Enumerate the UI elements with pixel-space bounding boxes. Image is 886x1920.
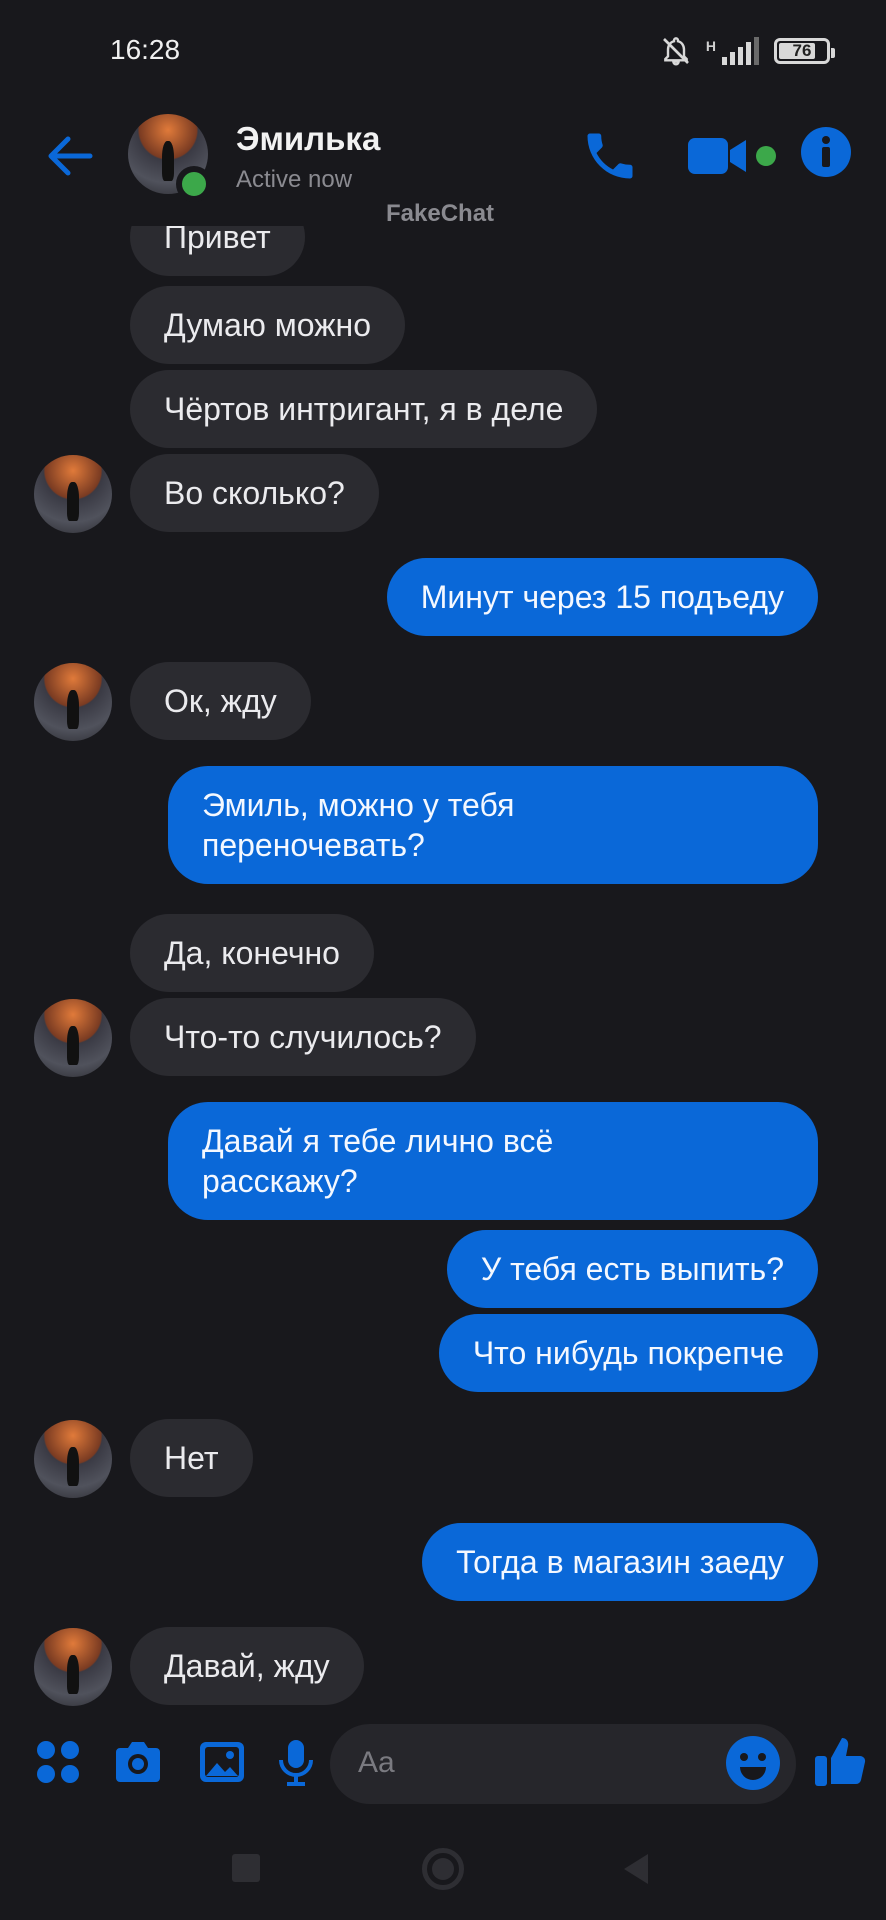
contact-avatar-small[interactable] — [34, 1420, 112, 1498]
back-triangle-icon[interactable] — [624, 1854, 648, 1884]
message-bubble: Привет — [130, 226, 305, 276]
phone-icon[interactable] — [580, 126, 640, 186]
home-circle-icon[interactable] — [422, 1848, 464, 1890]
message-bubble: Да, конечно — [130, 914, 374, 992]
battery-icon: 76 — [774, 38, 835, 64]
chat-header: Эмилька Active now FakeChat — [0, 100, 886, 230]
message-bubble: Нет — [130, 1419, 253, 1497]
message-bubble: Давай я тебе лично всё расскажу? — [168, 1102, 818, 1220]
message-outgoing[interactable]: Минут через 15 подъеду — [386, 558, 818, 636]
info-icon[interactable] — [800, 126, 852, 178]
message-bubble: Ок, жду — [130, 662, 311, 740]
message-input[interactable]: Aa — [330, 1724, 796, 1804]
microphone-icon[interactable] — [270, 1736, 322, 1788]
contact-name[interactable]: Эмилька — [236, 120, 380, 158]
battery-level: 76 — [792, 41, 812, 60]
video-camera-icon[interactable] — [686, 132, 750, 180]
message-bubble: Эмиль, можно у тебя переночевать? — [168, 766, 818, 884]
message-incoming[interactable]: Чёртов интригант, я в деле — [130, 370, 598, 448]
message-outgoing[interactable]: Что нибудь покрепче — [438, 1314, 818, 1392]
status-bar: 16:28 H 76 — [0, 0, 886, 100]
gallery-icon[interactable] — [196, 1736, 248, 1788]
message-bubble: Тогда в магазин заеду — [422, 1523, 818, 1601]
signal-icon — [722, 37, 759, 65]
message-list[interactable]: Привет Думаю можно Чёртов интригант, я в… — [0, 226, 886, 1706]
message-outgoing[interactable]: Эмиль, можно у тебя переночевать? — [168, 766, 818, 884]
camera-icon[interactable] — [112, 1736, 164, 1788]
message-outgoing[interactable]: Давай я тебе лично всё расскажу? — [168, 1102, 818, 1220]
message-outgoing[interactable]: У тебя есть выпить? — [446, 1230, 818, 1308]
system-nav-bar — [0, 1820, 886, 1920]
contact-avatar-small[interactable] — [34, 999, 112, 1077]
message-incoming[interactable]: Нет — [130, 1419, 253, 1497]
video-available-dot — [756, 146, 776, 166]
status-time: 16:28 — [110, 34, 181, 65]
bell-off-icon — [662, 37, 689, 66]
network-type-label: H — [705, 38, 716, 54]
message-bubble: Что-то случилось? — [130, 998, 476, 1076]
message-bubble: Во сколько? — [130, 454, 379, 532]
contact-status: Active now — [236, 166, 353, 193]
message-bubble: Минут через 15 подъеду — [386, 558, 818, 636]
message-incoming[interactable]: Привет — [130, 226, 305, 276]
message-incoming[interactable]: Что-то случилось? — [130, 998, 476, 1076]
message-incoming[interactable]: Ок, жду — [130, 662, 311, 740]
thumbs-up-icon[interactable] — [812, 1732, 870, 1790]
apps-grid-icon[interactable] — [32, 1736, 84, 1788]
message-bubble: Думаю можно — [130, 286, 406, 364]
recents-square-icon[interactable] — [232, 1854, 260, 1882]
message-bubble: У тебя есть выпить? — [446, 1230, 818, 1308]
messenger-chat-screen: 16:28 H 76 Эмилька Active now FakeChat П… — [0, 0, 886, 1920]
message-composer: Aa — [0, 1720, 886, 1810]
emoji-icon[interactable] — [724, 1734, 782, 1792]
message-incoming[interactable]: Во сколько? — [130, 454, 379, 532]
contact-avatar-small[interactable] — [34, 455, 112, 533]
message-incoming[interactable]: Давай, жду — [130, 1627, 364, 1705]
contact-avatar-small[interactable] — [34, 663, 112, 741]
message-incoming[interactable]: Думаю можно — [130, 286, 406, 364]
online-indicator — [176, 166, 212, 202]
message-input-placeholder: Aa — [358, 1746, 395, 1779]
message-bubble: Что нибудь покрепче — [438, 1314, 818, 1392]
status-indicators: H 76 — [660, 34, 835, 68]
message-bubble: Давай, жду — [130, 1627, 364, 1705]
message-incoming[interactable]: Да, конечно — [130, 914, 374, 992]
back-arrow-icon[interactable] — [40, 126, 100, 186]
contact-avatar-small[interactable] — [34, 1628, 112, 1706]
watermark-text: FakeChat — [386, 200, 495, 227]
message-bubble: Чёртов интригант, я в деле — [130, 370, 598, 448]
message-outgoing[interactable]: Тогда в магазин заеду — [422, 1523, 818, 1601]
